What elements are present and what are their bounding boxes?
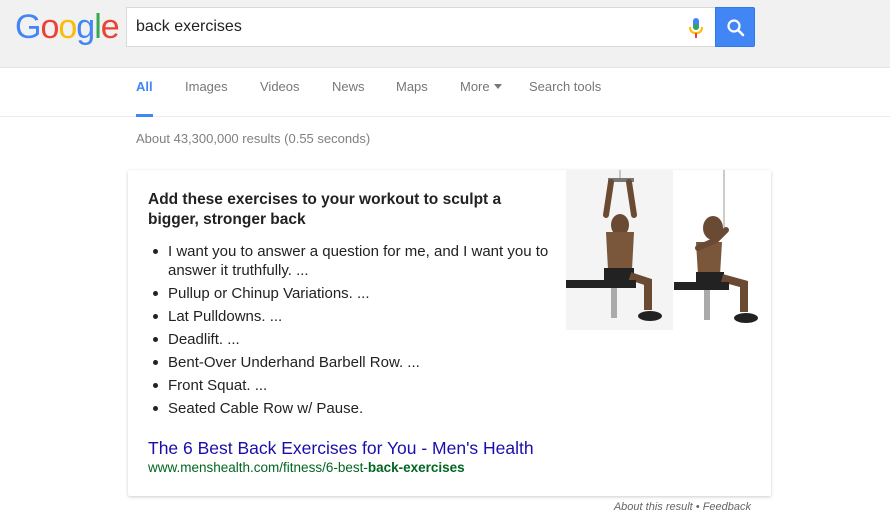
tab-all[interactable]: All [136, 79, 153, 117]
list-item: Pullup or Chinup Variations. ... [148, 284, 568, 303]
list-item: Seated Cable Row w/ Pause. [148, 399, 568, 418]
tab-maps[interactable]: Maps [396, 79, 428, 117]
feedback-link[interactable]: Feedback [703, 501, 751, 513]
list-item: I want you to answer a question for me, … [148, 242, 568, 280]
tab-more[interactable]: More [460, 79, 502, 117]
search-tools-button[interactable]: Search tools [529, 79, 601, 117]
caret-down-icon [493, 84, 502, 89]
result-url: www.menshealth.com/fitness/6-best-back-e… [148, 460, 465, 475]
search-input[interactable] [136, 16, 676, 38]
list-item: Deadlift. ... [148, 330, 568, 349]
logo-letter: o [58, 8, 77, 46]
result-stats: About 43,300,000 results (0.55 seconds) [136, 131, 371, 146]
snippet-list: I want you to answer a question for me, … [148, 242, 568, 422]
snippet-image[interactable] [566, 170, 771, 330]
footer-separator: • [692, 501, 703, 513]
result-footer: About this result • Feedback [614, 501, 751, 513]
url-prefix: www.menshealth.com/fitness/6-best- [148, 460, 368, 475]
about-result-link[interactable]: About this result [614, 501, 693, 513]
list-item: Front Squat. ... [148, 376, 568, 395]
result-link[interactable]: The 6 Best Back Exercises for You - Men'… [148, 438, 534, 459]
search-nav: All Images Videos News Maps More Search … [0, 69, 890, 117]
tab-news[interactable]: News [332, 79, 365, 117]
url-bold-back: back [367, 460, 399, 475]
search-box [126, 7, 715, 47]
logo-letter: e [100, 8, 120, 46]
list-item: Bent-Over Underhand Barbell Row. ... [148, 353, 568, 372]
tab-images[interactable]: Images [185, 79, 228, 117]
search-header: Google [0, 0, 890, 68]
url-bold-exercises: exercises [403, 460, 465, 475]
logo-letter: G [15, 8, 41, 46]
google-logo[interactable]: Google [15, 8, 120, 46]
search-icon [727, 19, 745, 37]
microphone-icon[interactable] [689, 18, 703, 38]
featured-snippet: Add these exercises to your workout to s… [128, 170, 771, 496]
list-item: Lat Pulldowns. ... [148, 307, 568, 326]
search-button[interactable] [715, 7, 755, 47]
snippet-title: Add these exercises to your workout to s… [148, 191, 502, 228]
logo-letter: o [40, 8, 59, 46]
tab-videos[interactable]: Videos [260, 79, 300, 117]
tab-more-label: More [460, 79, 490, 94]
logo-letter: g [76, 8, 95, 46]
